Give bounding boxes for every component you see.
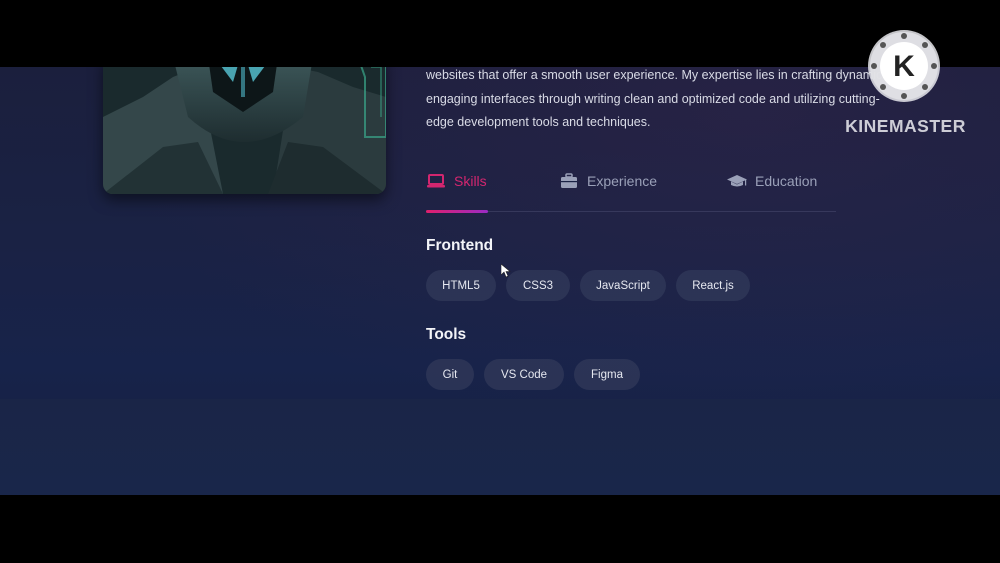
frontend-skill-list: HTML5 CSS3 JavaScript React.js	[426, 270, 750, 301]
tools-skill-list: Git VS Code Figma	[426, 359, 640, 390]
tab-skills[interactable]: Skills	[426, 170, 487, 192]
skill-chip[interactable]: HTML5	[426, 270, 496, 301]
briefcase-icon	[559, 173, 579, 189]
kinemaster-logo: K	[868, 30, 940, 102]
skill-chip[interactable]: JavaScript	[580, 270, 666, 301]
bio-paragraph: websites that offer a smooth user experi…	[426, 67, 906, 135]
skills-tabs: Skills Experience Education	[426, 167, 836, 213]
tab-label: Skills	[454, 173, 487, 189]
tab-label: Education	[755, 173, 818, 189]
skill-chip[interactable]: CSS3	[506, 270, 570, 301]
tools-heading: Tools	[426, 326, 467, 343]
laptop-icon	[426, 173, 446, 189]
active-tab-indicator	[426, 210, 488, 213]
tab-label: Experience	[587, 173, 658, 189]
section-background	[0, 399, 1000, 495]
letterbox-bottom	[0, 495, 1000, 563]
skill-chip[interactable]: React.js	[676, 270, 750, 301]
mouse-cursor-icon	[501, 264, 511, 278]
bio-line: engaging interfaces through writing clea…	[426, 91, 880, 106]
profile-image	[103, 67, 386, 194]
skill-chip[interactable]: Git	[426, 359, 474, 390]
graduation-cap-icon	[727, 173, 747, 189]
watermark-text: KINEMASTER	[845, 116, 966, 136]
hooded-figure-illustration	[103, 67, 386, 194]
tab-experience[interactable]: Experience	[559, 170, 657, 192]
logo-letter: K	[893, 50, 915, 83]
skill-chip[interactable]: VS Code	[484, 359, 564, 390]
bio-line: websites that offer a smooth user experi…	[426, 68, 886, 82]
frontend-heading: Frontend	[426, 237, 494, 254]
kinemaster-watermark: K KINEMASTER	[838, 30, 973, 140]
skill-chip[interactable]: Figma	[574, 359, 640, 390]
tab-education[interactable]: Education	[727, 170, 817, 192]
bio-line: edge development tools and techniques.	[426, 115, 651, 129]
